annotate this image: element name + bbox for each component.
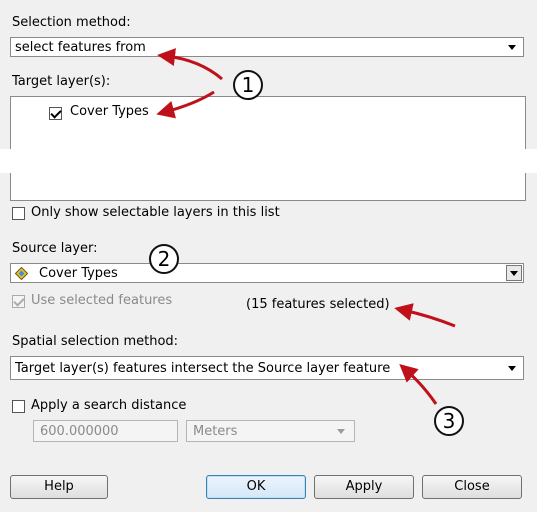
arrow-to-features-selected bbox=[394, 303, 456, 328]
arrow-to-spatial-method bbox=[399, 364, 438, 405]
callout-1: 1 bbox=[233, 70, 263, 100]
annotation-arrows bbox=[156, 48, 456, 405]
callout-3: 3 bbox=[434, 406, 464, 436]
callout-2: 2 bbox=[149, 244, 179, 274]
arrow-to-target-layer bbox=[156, 90, 215, 119]
arrow-to-selection-method bbox=[157, 48, 223, 81]
